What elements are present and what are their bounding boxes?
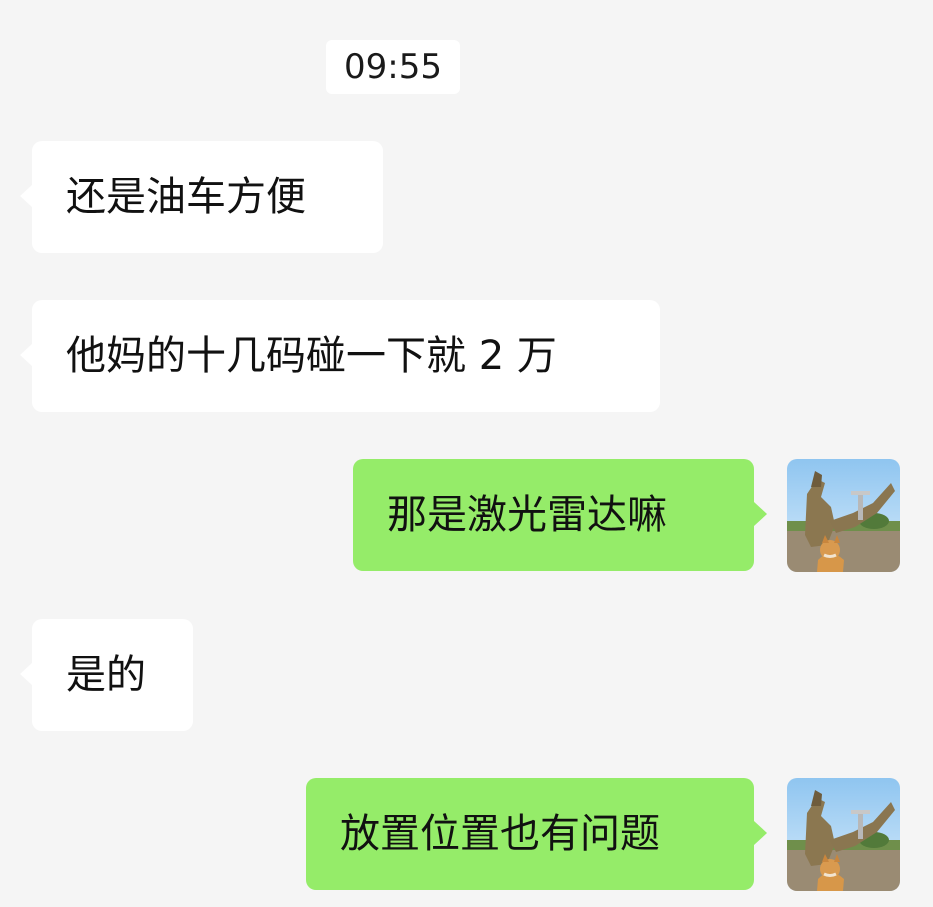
message-text: 是的	[66, 652, 146, 698]
user-avatar[interactable]	[787, 778, 900, 891]
chat-window: 09:55 还是油车方便 他妈的十几码碰一下就 2 万 那是激光雷达嘛 是的 放…	[0, 0, 933, 907]
message-text: 还是油车方便	[66, 174, 306, 220]
user-avatar[interactable]	[787, 459, 900, 572]
message-text: 那是激光雷达嘛	[387, 492, 667, 538]
message-bubble-incoming[interactable]: 是的	[20, 619, 193, 731]
avatar-image-icon	[787, 778, 900, 891]
message-bubble-outgoing[interactable]: 那是激光雷达嘛	[353, 459, 767, 571]
message-bubble-outgoing[interactable]: 放置位置也有问题	[306, 778, 767, 890]
timestamp: 09:55	[326, 40, 460, 94]
avatar-image-icon	[787, 459, 900, 572]
message-text: 他妈的十几码碰一下就 2 万	[66, 333, 557, 379]
message-bubble-incoming[interactable]: 他妈的十几码碰一下就 2 万	[20, 300, 660, 412]
message-bubble-incoming[interactable]: 还是油车方便	[20, 141, 383, 253]
message-text: 放置位置也有问题	[340, 811, 660, 857]
